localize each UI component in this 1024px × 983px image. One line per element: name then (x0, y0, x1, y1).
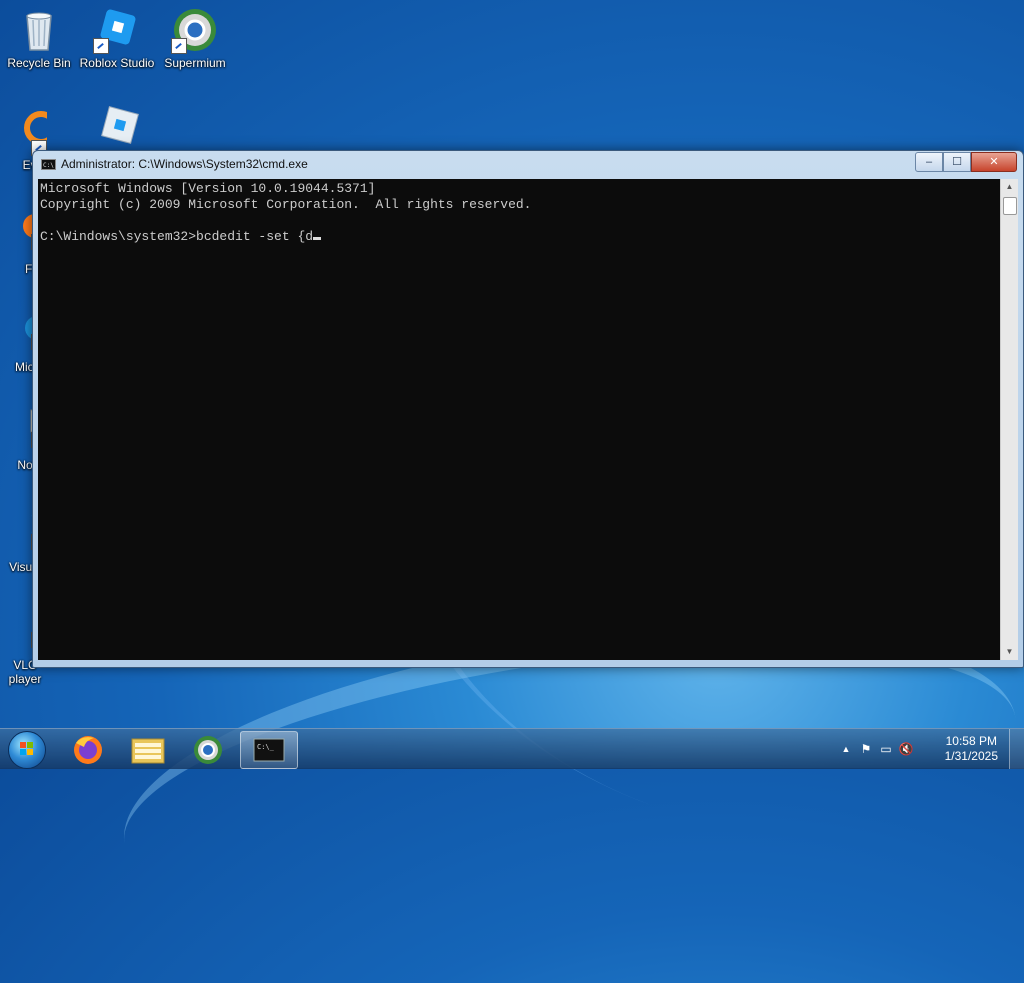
scroll-up-arrow-icon[interactable]: ▲ (1001, 179, 1018, 195)
cmd-icon: C:\_ (253, 738, 285, 762)
shortcut-arrow-icon (93, 38, 109, 54)
minimize-button[interactable]: ‒ (915, 152, 943, 172)
taskbar-file-explorer-button[interactable] (120, 731, 176, 767)
console-line: Copyright (c) 2009 Microsoft Corporation… (40, 197, 532, 212)
supermium-icon (194, 736, 222, 764)
console-line: Microsoft Windows [Version 10.0.19044.53… (40, 181, 376, 196)
scroll-thumb[interactable] (1003, 197, 1017, 215)
desktop-icon-roblox[interactable] (78, 106, 156, 156)
close-button[interactable]: ✕ (971, 152, 1017, 172)
recycle-bin-icon (15, 6, 63, 54)
desktop-icon-label: Roblox Studio (79, 56, 155, 70)
roblox-studio-icon (93, 6, 141, 54)
taskbar-clock[interactable]: 10:58 PM 1/31/2025 (945, 734, 998, 764)
clock-date: 1/31/2025 (944, 749, 998, 763)
show-desktop-button[interactable] (1009, 729, 1024, 769)
maximize-button[interactable]: ☐ (943, 152, 971, 172)
taskbar-cmd-button[interactable]: C:\_ (240, 731, 298, 769)
desktop-icon-supermium[interactable]: Supermium (156, 6, 234, 70)
file-explorer-icon (131, 738, 165, 764)
svg-text:C:\_: C:\_ (257, 743, 275, 751)
taskbar: C:\_ ▲ ⚑ ▭ 🔇 10:58 PM 1/31/2025 (0, 728, 1024, 769)
shortcut-arrow-icon (171, 38, 187, 54)
volume-muted-icon[interactable]: 🔇 (898, 741, 914, 757)
console-prompt-line: C:\Windows\system32>bcdedit -set {d (40, 229, 314, 244)
vertical-scrollbar[interactable]: ▲ ▼ (1000, 179, 1018, 660)
console-output[interactable]: Microsoft Windows [Version 10.0.19044.53… (38, 179, 1000, 660)
firefox-icon (74, 736, 102, 764)
clock-time: 10:58 PM (945, 734, 997, 748)
system-tray: ▲ ⚑ ▭ 🔇 10:58 PM 1/31/2025 (834, 729, 1024, 769)
start-button[interactable] (4, 729, 48, 769)
taskbar-supermium-button[interactable] (180, 731, 236, 767)
desktop-icon-label: Supermium (164, 56, 226, 70)
network-icon[interactable]: ▭ (878, 741, 894, 757)
windows-orb-icon (8, 731, 46, 769)
show-hidden-icons-button[interactable]: ▲ (838, 741, 854, 757)
desktop-icon-roblox-studio[interactable]: Roblox Studio (78, 6, 156, 70)
eve-icon (0, 108, 58, 156)
text-cursor (313, 237, 322, 240)
cmd-icon: C:\ (41, 159, 56, 170)
cmd-window[interactable]: C:\ Administrator: C:\Windows\System32\c… (32, 150, 1024, 668)
action-center-flag-icon[interactable]: ⚑ (858, 741, 874, 757)
taskbar-firefox-button[interactable] (60, 731, 116, 767)
desktop-icon-label: Recycle Bin (7, 56, 71, 70)
scroll-down-arrow-icon[interactable]: ▼ (1001, 644, 1018, 660)
desktop-icon-recycle-bin[interactable]: Recycle Bin (0, 6, 78, 70)
window-title: Administrator: C:\Windows\System32\cmd.e… (61, 157, 308, 171)
window-controls: ‒ ☐ ✕ (915, 152, 1017, 172)
window-titlebar[interactable]: C:\ Administrator: C:\Windows\System32\c… (33, 151, 1023, 179)
supermium-icon (171, 6, 219, 54)
roblox-icon (93, 106, 141, 154)
